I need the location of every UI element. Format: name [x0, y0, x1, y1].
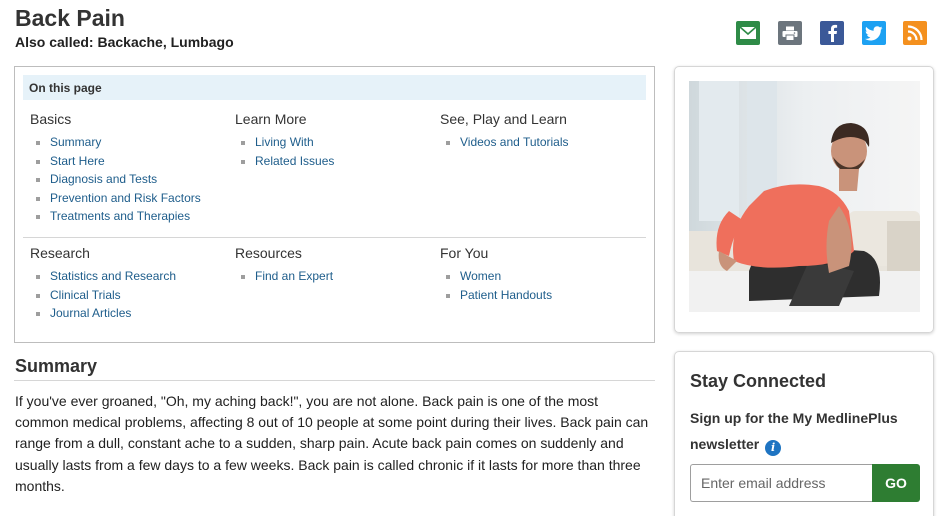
email-share-button[interactable]	[736, 21, 760, 45]
toc-section-title: For You	[440, 245, 489, 261]
newsletter-signup-text: Sign up for the My MedlinePlus newslette…	[690, 405, 920, 457]
summary-text: If you've ever groaned, "Oh, my aching b…	[15, 393, 649, 494]
on-this-page-nav: On this page Basics Summary Start Here D…	[14, 66, 655, 343]
toc-link-journal-articles[interactable]: Journal Articles	[30, 304, 230, 323]
toc-link-living-with[interactable]: Living With	[235, 133, 435, 152]
email-input[interactable]	[690, 464, 873, 502]
toc-section-see-play-learn: See, Play and Learn Videos and Tutorials	[440, 111, 640, 152]
toc-section-for-you: For You Women Patient Handouts	[440, 245, 640, 304]
email-icon	[739, 26, 757, 39]
toc-link-diagnosis[interactable]: Diagnosis and Tests	[30, 170, 230, 189]
toc-link-clinical-trials[interactable]: Clinical Trials	[30, 286, 230, 305]
toc-divider	[23, 237, 646, 238]
toc-section-title: Resources	[235, 245, 302, 261]
toc-section-research: Research Statistics and Research Clinica…	[30, 245, 230, 323]
toc-link-videos[interactable]: Videos and Tutorials	[440, 133, 640, 152]
toc-link-summary[interactable]: Summary	[30, 133, 230, 152]
rss-feed-button[interactable]	[903, 21, 927, 45]
go-button[interactable]: GO	[872, 464, 920, 502]
toc-link-statistics[interactable]: Statistics and Research	[30, 267, 230, 286]
toc-link-related-issues[interactable]: Related Issues	[235, 152, 435, 171]
back-pain-photo	[689, 81, 920, 312]
toc-section-title: Research	[30, 245, 90, 261]
toc-section-title: Learn More	[235, 111, 307, 127]
stay-connected-card: Stay Connected Sign up for the My Medlin…	[674, 351, 934, 516]
toc-link-find-expert[interactable]: Find an Expert	[235, 267, 435, 286]
photo-card	[674, 66, 934, 333]
facebook-icon	[828, 24, 838, 42]
summary-divider	[14, 380, 655, 381]
newsletter-signup-label: Sign up for the My MedlinePlus newslette…	[690, 410, 898, 452]
page-title: Back Pain	[15, 5, 125, 31]
twitter-share-button[interactable]	[862, 21, 886, 45]
also-called: Also called: Backache, Lumbago	[15, 34, 234, 50]
toc-section-title: Basics	[30, 111, 72, 127]
facebook-share-button[interactable]	[820, 21, 844, 45]
twitter-icon	[865, 25, 883, 40]
summary-heading: Summary	[15, 356, 98, 376]
toc-link-treatments[interactable]: Treatments and Therapies	[30, 207, 230, 226]
rss-icon	[907, 25, 923, 41]
toc-link-start-here[interactable]: Start Here	[30, 152, 230, 171]
info-icon[interactable]: i	[765, 440, 782, 456]
toc-heading: On this page	[23, 75, 646, 100]
toc-section-learn-more: Learn More Living With Related Issues	[235, 111, 435, 170]
toc-section-title: See, Play and Learn	[440, 111, 567, 127]
stay-connected-heading: Stay Connected	[690, 371, 827, 391]
toc-section-basics: Basics Summary Start Here Diagnosis and …	[30, 111, 230, 226]
toc-link-patient-handouts[interactable]: Patient Handouts	[440, 286, 640, 305]
toc-link-prevention[interactable]: Prevention and Risk Factors	[30, 189, 230, 208]
print-button[interactable]	[778, 21, 802, 45]
print-icon	[782, 26, 798, 41]
toc-link-women[interactable]: Women	[440, 267, 640, 286]
toc-section-resources: Resources Find an Expert	[235, 245, 435, 286]
